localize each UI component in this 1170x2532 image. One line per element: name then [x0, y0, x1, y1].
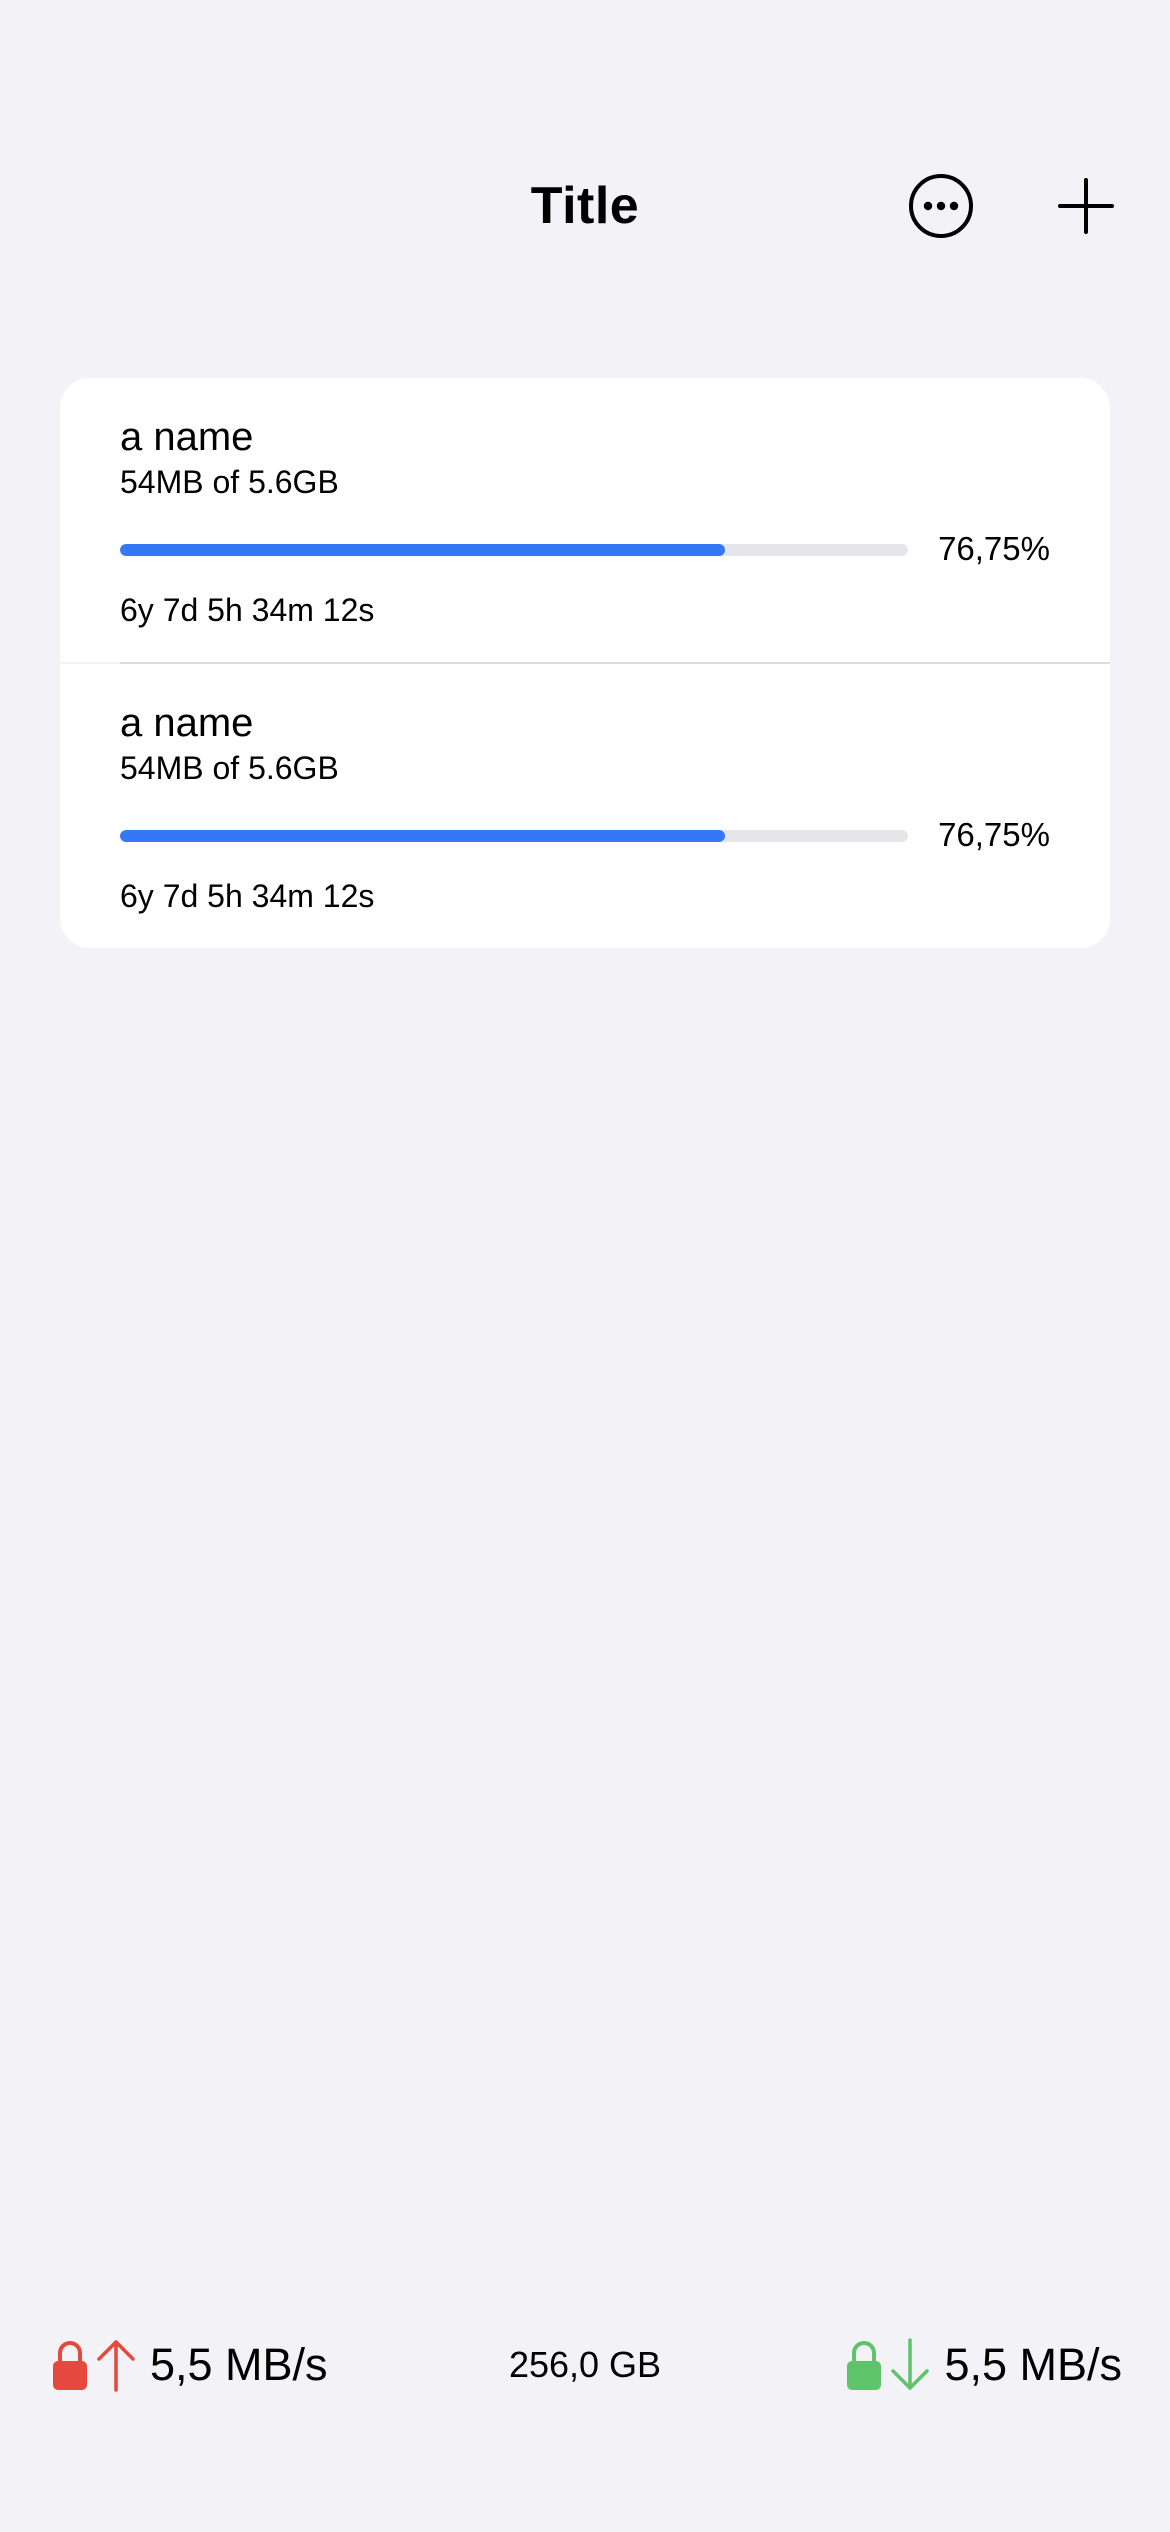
progress-bar: [120, 544, 908, 556]
list-item[interactable]: a name 54MB of 5.6GB 76,75% 6y 7d 5h 34m…: [60, 664, 1110, 948]
item-percent: 76,75%: [938, 530, 1050, 567]
more-options-button[interactable]: [885, 150, 997, 262]
navigation-bar: Title: [0, 150, 1170, 262]
lock-icon: [846, 2339, 882, 2391]
progress-fill: [120, 544, 725, 556]
progress-fill: [120, 830, 725, 842]
plus-icon: [1058, 178, 1114, 234]
item-percent: 76,75%: [938, 816, 1050, 853]
transfer-list: a name 54MB of 5.6GB 76,75% 6y 7d 5h 34m…: [60, 378, 1110, 948]
item-time-remaining: 6y 7d 5h 34m 12s: [120, 592, 375, 628]
item-size: 54MB of 5.6GB: [120, 464, 339, 500]
status-bar: 5,5 MB/s 256,0 GB 5,5 MB/s: [0, 2320, 1170, 2410]
item-name: a name: [120, 701, 254, 745]
item-name: a name: [120, 415, 254, 459]
progress-bar: [120, 830, 908, 842]
item-size: 54MB of 5.6GB: [120, 750, 339, 786]
list-item[interactable]: a name 54MB of 5.6GB 76,75% 6y 7d 5h 34m…: [60, 378, 1110, 662]
download-stat: 5,5 MB/s: [846, 2320, 1122, 2410]
ellipsis-circle-icon: [909, 174, 973, 238]
item-time-remaining: 6y 7d 5h 34m 12s: [120, 878, 375, 914]
add-button[interactable]: [1030, 150, 1142, 262]
arrow-down-icon: [890, 2338, 930, 2392]
download-speed: 5,5 MB/s: [944, 2339, 1122, 2390]
